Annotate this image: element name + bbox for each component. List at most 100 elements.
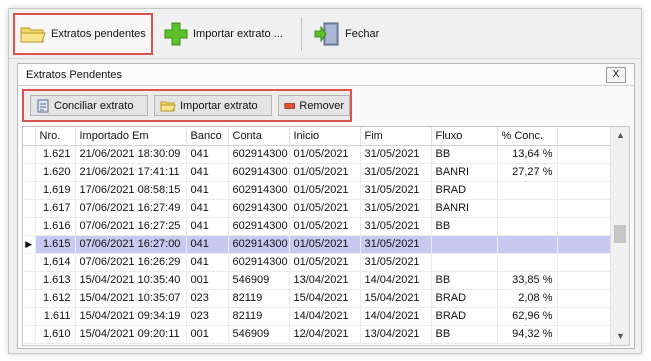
row-filler — [557, 289, 612, 308]
row-indicator — [23, 217, 36, 236]
row-indicator — [23, 145, 36, 164]
table-row[interactable]: 1.621 21/06/2021 18:30:09 041 602914300 01/0… — [23, 145, 612, 164]
table-cell: 602914300 — [228, 235, 290, 254]
table-cell: 14/04/2021 — [360, 307, 432, 326]
row-indicator — [23, 307, 36, 326]
table-cell: 31/05/2021 — [360, 199, 432, 218]
column-header[interactable]: Inicio — [289, 127, 361, 146]
table-cell: BANRI — [431, 163, 498, 182]
row-indicator — [23, 253, 36, 272]
row-filler — [557, 307, 612, 326]
table-cell: 14/04/2021 — [289, 307, 361, 326]
table-cell: 001 — [186, 271, 229, 290]
table-row[interactable]: 1.617 07/06/2021 16:27:49 041 602914300 01/0… — [23, 199, 612, 218]
column-header[interactable]: Fim — [360, 127, 432, 146]
table-cell: 15/04/2021 09:34:19 — [75, 307, 187, 326]
close-window-button[interactable]: Fechar — [309, 13, 389, 55]
table-header-row: Nro. Importado Em Banco Conta Inicio Fim… — [23, 127, 612, 146]
panel-close-button[interactable]: X — [606, 67, 626, 83]
row-filler — [557, 181, 612, 200]
table-row[interactable]: 1.610 15/04/2021 09:20:11 001 546909 12/04/2… — [23, 325, 612, 344]
scroll-down-icon[interactable]: ▼ — [611, 328, 629, 345]
table-cell: 041 — [186, 217, 229, 236]
remove-icon — [284, 102, 295, 109]
table-row[interactable]: 1.612 15/04/2021 10:35:07 023 82119 15/04/20… — [23, 289, 612, 308]
table-cell: 17/06/2021 08:58:15 — [75, 181, 187, 200]
row-indicator — [23, 199, 36, 218]
table-cell: 07/06/2021 16:26:29 — [75, 253, 187, 272]
column-header[interactable]: Conta — [228, 127, 290, 146]
table-row[interactable]: 1.611 15/04/2021 09:34:19 023 82119 14/04/20… — [23, 307, 612, 326]
current-row-indicator-icon: ▶ — [23, 235, 36, 254]
pending-statements-button[interactable]: Extratos pendentes — [13, 13, 153, 55]
import-statement-button[interactable]: Importar extrato — [154, 95, 272, 116]
header-filler — [557, 127, 612, 146]
column-header[interactable]: Nro. — [35, 127, 76, 146]
table-cell: BB — [431, 145, 498, 164]
statements-table: Nro. Importado Em Banco Conta Inicio Fim… — [23, 127, 612, 344]
table-cell: 62,96 % — [497, 307, 558, 326]
main-window: Extratos pendentes Importar extrato ... … — [8, 8, 642, 354]
pending-statements-label: Extratos pendentes — [51, 28, 146, 40]
import-statement-toolbar-button[interactable]: Importar extrato ... — [159, 13, 297, 55]
table-cell — [497, 199, 558, 218]
table-cell: 001 — [186, 325, 229, 344]
table-cell: BRAD — [431, 307, 498, 326]
table-cell: 023 — [186, 289, 229, 308]
table-row[interactable]: 1.620 21/06/2021 17:41:11 041 602914300 01/0… — [23, 163, 612, 182]
table-cell: 07/06/2021 16:27:00 — [75, 235, 187, 254]
table-cell: 023 — [186, 307, 229, 326]
table-cell: 1.610 — [35, 325, 76, 344]
table-cell: 041 — [186, 253, 229, 272]
scroll-thumb[interactable] — [614, 225, 626, 243]
row-filler — [557, 235, 612, 254]
row-filler — [557, 271, 612, 290]
table-cell: 041 — [186, 199, 229, 218]
table-cell: 1.617 — [35, 199, 76, 218]
toolbar: Extratos pendentes Importar extrato ... … — [9, 9, 641, 59]
table-cell: 13/04/2021 — [289, 271, 361, 290]
table-row[interactable]: ▶ 1.615 07/06/2021 16:27:00 041 602914300 01/… — [23, 235, 612, 254]
table-cell: 1.620 — [35, 163, 76, 182]
table-cell: 602914300 — [228, 253, 290, 272]
table-cell: 602914300 — [228, 217, 290, 236]
row-filler — [557, 325, 612, 344]
table-cell: 01/05/2021 — [289, 181, 361, 200]
table-cell: 1.615 — [35, 235, 76, 254]
table-cell: BB — [431, 271, 498, 290]
table-cell: 602914300 — [228, 199, 290, 218]
import-statement-label: Importar extrato — [180, 99, 258, 112]
table-cell: 602914300 — [228, 145, 290, 164]
table-cell: 15/04/2021 10:35:07 — [75, 289, 187, 308]
toolbar-separator — [301, 17, 302, 51]
table-row[interactable]: 1.613 15/04/2021 10:35:40 001 546909 13/04/2… — [23, 271, 612, 290]
table-cell: 1.613 — [35, 271, 76, 290]
folder-icon — [20, 27, 46, 43]
table-cell: BB — [431, 325, 498, 344]
column-header[interactable]: Importado Em — [75, 127, 187, 146]
column-header[interactable]: % Conc. — [497, 127, 558, 146]
statements-grid[interactable]: Nro. Importado Em Banco Conta Inicio Fim… — [22, 126, 630, 346]
table-row[interactable]: 1.616 07/06/2021 16:27:25 041 602914300 01/0… — [23, 217, 612, 236]
row-filler — [557, 253, 612, 272]
table-cell — [497, 217, 558, 236]
table-cell — [497, 253, 558, 272]
column-header[interactable]: Banco — [186, 127, 229, 146]
column-header[interactable]: Fluxo — [431, 127, 498, 146]
panel-title: Extratos Pendentes — [18, 64, 634, 86]
vertical-scrollbar[interactable]: ▲ ▼ — [610, 127, 629, 345]
table-cell: 041 — [186, 235, 229, 254]
row-indicator — [23, 271, 36, 290]
remove-button[interactable]: Remover — [278, 95, 350, 116]
table-cell: 1.619 — [35, 181, 76, 200]
exit-door-icon — [314, 22, 339, 46]
table-row[interactable]: 1.614 07/06/2021 16:26:29 041 602914300 01/0… — [23, 253, 612, 272]
table-row[interactable]: 1.619 17/06/2021 08:58:15 041 602914300 01/0… — [23, 181, 612, 200]
table-cell: 12/04/2021 — [289, 325, 361, 344]
table-cell: 15/04/2021 — [289, 289, 361, 308]
table-cell: 31/05/2021 — [360, 163, 432, 182]
table-cell: 15/04/2021 10:35:40 — [75, 271, 187, 290]
table-cell: BB — [431, 217, 498, 236]
scroll-up-icon[interactable]: ▲ — [611, 127, 629, 144]
reconcile-statement-button[interactable]: Conciliar extrato — [30, 95, 148, 116]
